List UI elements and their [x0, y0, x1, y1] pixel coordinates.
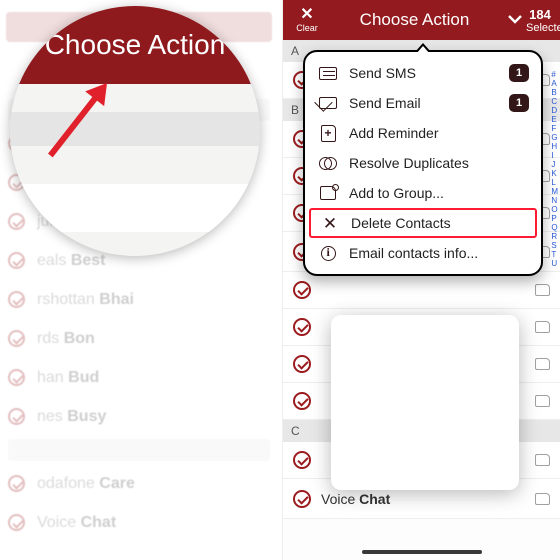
sim-icon [535, 284, 550, 296]
count-badge: 1 [509, 94, 529, 112]
action-popover: Send SMS 1 Send Email 1 Add Reminder Res… [303, 50, 543, 276]
alpha-index[interactable]: #ABCDEFGHIJKLMNOPQRSTU [551, 70, 558, 268]
contact-row[interactable] [283, 272, 560, 309]
sms-icon [317, 64, 339, 82]
sim-icon [535, 358, 550, 370]
action-delete-contacts[interactable]: ✕ Delete Contacts [309, 208, 537, 238]
selected-count: 184 Selected [526, 7, 554, 34]
clear-button[interactable]: ✕ Clear [289, 7, 325, 33]
action-resolve-duplicates[interactable]: Resolve Duplicates [305, 148, 541, 178]
sim-icon [535, 454, 550, 466]
sim-icon [535, 395, 550, 407]
checkmark-icon[interactable] [293, 392, 311, 410]
mail-icon [317, 94, 339, 112]
checkmark-icon[interactable] [293, 490, 311, 508]
topbar-magnified: Choose Action [10, 6, 260, 84]
contact-first: Voice [321, 491, 355, 507]
sim-icon [535, 493, 550, 505]
action-email-contacts-info[interactable]: Email contacts info... [305, 238, 541, 268]
group-icon [317, 184, 339, 202]
info-icon [317, 244, 339, 262]
close-icon: ✕ [300, 7, 313, 23]
clear-label: Clear [296, 24, 318, 33]
count-badge: 1 [509, 64, 529, 82]
reminder-icon [317, 124, 339, 142]
left-magnifier-panel: Jay Bhai mma o Balan jun Bee om eals Bes… [0, 0, 278, 560]
action-add-reminder[interactable]: Add Reminder [305, 118, 541, 148]
choose-action-dropdown[interactable]: Choose Action [325, 10, 504, 30]
home-indicator[interactable] [362, 550, 482, 554]
sim-icon [535, 321, 550, 333]
choose-action-title-magnified: Choose Action [45, 29, 226, 61]
checkmark-icon[interactable] [293, 281, 311, 299]
blank-overlay-card [331, 315, 519, 490]
checkmark-icon[interactable] [293, 355, 311, 373]
phone-screen: ✕ Clear Choose Action 184 Selected A B D… [282, 0, 560, 560]
contact-last: Chat [359, 491, 390, 507]
duplicates-icon [317, 154, 339, 172]
topbar: ✕ Clear Choose Action 184 Selected [283, 0, 560, 40]
x-icon: ✕ [319, 214, 341, 232]
checkmark-icon[interactable] [293, 451, 311, 469]
checkmark-icon[interactable] [293, 318, 311, 336]
action-send-email[interactable]: Send Email 1 [305, 88, 541, 118]
action-send-sms[interactable]: Send SMS 1 [305, 58, 541, 88]
action-add-to-group[interactable]: Add to Group... [305, 178, 541, 208]
chevron-down-icon[interactable] [504, 12, 526, 28]
magnifier-lens: Choose Action [10, 6, 260, 256]
